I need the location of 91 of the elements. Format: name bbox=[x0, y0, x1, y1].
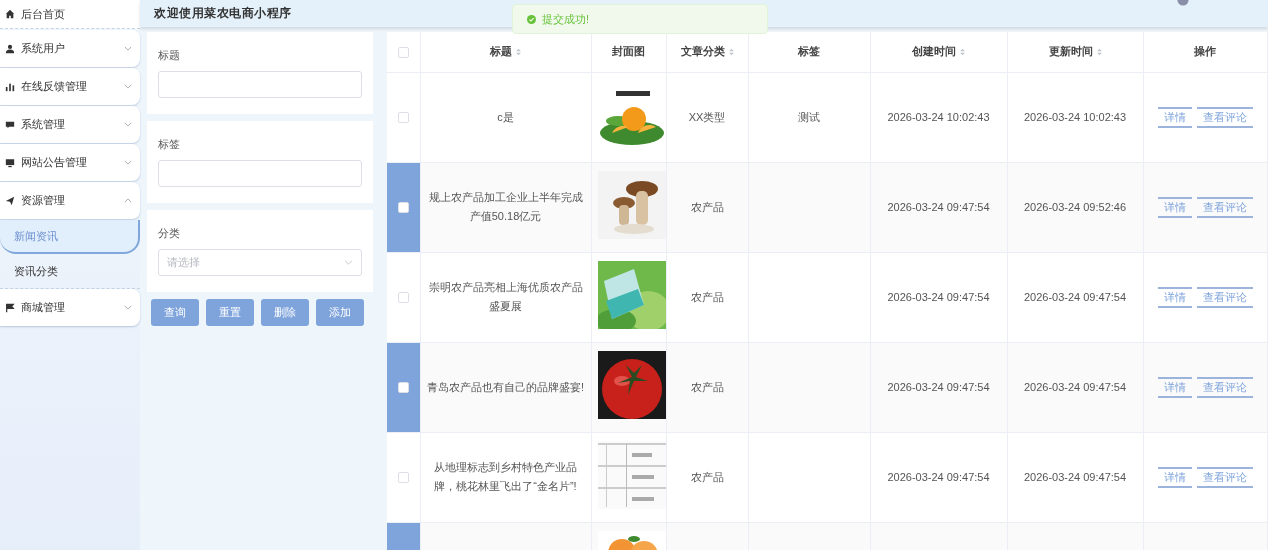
date-text: 2026-03-24 09:47:54 bbox=[1023, 380, 1127, 393]
column-header[interactable]: 文章分类 bbox=[680, 44, 734, 60]
link-button[interactable]: 查看评论 bbox=[1196, 376, 1253, 398]
field-label: 分类 bbox=[158, 226, 181, 241]
action-button[interactable]: 重置 bbox=[206, 299, 254, 326]
title-text: 崇明农产品亮相上海优质农产品盛夏展 bbox=[428, 281, 583, 312]
checkbox[interactable] bbox=[397, 47, 409, 59]
title-text: 青岛农产品也有自己的品牌盛宴! bbox=[426, 380, 585, 393]
link-button[interactable]: 详情 bbox=[1157, 286, 1192, 308]
column-header[interactable]: 标题 bbox=[490, 44, 521, 60]
bar-chart-icon bbox=[5, 81, 15, 92]
caret-up-icon bbox=[124, 198, 132, 203]
chat-icon bbox=[5, 119, 15, 130]
date-text: 2026-03-24 09:52:46 bbox=[1023, 200, 1127, 213]
tag-text: 测试 bbox=[798, 110, 820, 123]
caret-down-icon bbox=[124, 46, 132, 51]
action-button[interactable]: 删除 bbox=[261, 299, 309, 326]
link-button[interactable]: 详情 bbox=[1157, 196, 1192, 218]
sort-icon bbox=[516, 47, 521, 56]
date-text: 2026-03-24 09:47:54 bbox=[1023, 290, 1127, 303]
date-text: 2026-03-24 09:47:54 bbox=[887, 470, 990, 483]
monitor-icon bbox=[5, 157, 15, 168]
menu-label: 商城管理 bbox=[21, 300, 66, 315]
menu-item[interactable]: 系统管理 bbox=[0, 106, 140, 143]
caret-down-icon bbox=[124, 122, 132, 127]
column-header[interactable]: 操作 bbox=[1194, 44, 1217, 60]
action-button[interactable]: 查询 bbox=[151, 299, 199, 326]
date-text: 2026-03-24 09:47:54 bbox=[887, 380, 990, 393]
link-button[interactable]: 详情 bbox=[1157, 466, 1192, 488]
input-field[interactable] bbox=[158, 160, 362, 187]
caret-down-icon bbox=[124, 84, 132, 89]
date-text: 2026-03-24 09:47:54 bbox=[887, 290, 990, 303]
app-title: 欢迎使用菜农电商小程序 bbox=[154, 5, 292, 22]
link-button[interactable]: 查看评论 bbox=[1196, 196, 1253, 218]
date-text: 2026-03-24 10:02:43 bbox=[1023, 110, 1127, 123]
checkbox[interactable] bbox=[397, 382, 409, 394]
checkbox[interactable] bbox=[397, 472, 409, 484]
menu-label: 后台首页 bbox=[21, 6, 66, 22]
column-header[interactable]: 创建时间 bbox=[912, 44, 965, 60]
action-button[interactable]: 添加 bbox=[316, 299, 364, 326]
check-circle-icon bbox=[527, 14, 536, 24]
sort-icon bbox=[728, 47, 734, 56]
field-label: 标题 bbox=[158, 48, 181, 63]
menu-item[interactable]: 网站公告管理 bbox=[0, 144, 140, 181]
menu-item[interactable]: 后台首页 bbox=[0, 0, 140, 29]
select-field[interactable]: 请选择 bbox=[158, 249, 362, 276]
category-text: 农产品 bbox=[690, 380, 724, 393]
title-text: 规上农产品加工企业上半年完成产值50.18亿元 bbox=[428, 191, 583, 222]
toast-message: 提交成功! bbox=[542, 11, 590, 27]
date-text: 2026-03-24 10:02:43 bbox=[887, 110, 990, 123]
caret-down-icon bbox=[344, 260, 353, 265]
link-button[interactable]: 详情 bbox=[1157, 376, 1192, 398]
field-label: 标签 bbox=[158, 137, 181, 152]
date-text: 2026-03-24 09:47:54 bbox=[1023, 470, 1127, 483]
caret-down-icon bbox=[124, 160, 132, 165]
input-field[interactable] bbox=[158, 71, 362, 98]
sort-icon bbox=[960, 47, 965, 56]
checkbox[interactable] bbox=[397, 202, 409, 214]
checkbox[interactable] bbox=[397, 112, 409, 124]
menu-label: 网站公告管理 bbox=[21, 155, 88, 170]
menu-label: 系统管理 bbox=[21, 117, 66, 132]
checkbox[interactable] bbox=[397, 292, 409, 304]
paper-plane-icon bbox=[5, 195, 15, 206]
link-button[interactable]: 查看评论 bbox=[1196, 286, 1253, 308]
link-button[interactable]: 查看评论 bbox=[1196, 106, 1253, 128]
title-text: c是 bbox=[497, 110, 514, 123]
menu-item[interactable]: 商城管理 bbox=[0, 289, 140, 326]
category-text: 农产品 bbox=[690, 290, 724, 303]
category-text: 农产品 bbox=[690, 470, 724, 483]
menu-item[interactable]: 资源管理 bbox=[0, 182, 140, 219]
user-icon bbox=[5, 43, 15, 54]
menu-label: 在线反馈管理 bbox=[21, 79, 88, 94]
sort-icon bbox=[1096, 47, 1102, 56]
flag-icon bbox=[5, 302, 15, 313]
caret-down-icon bbox=[124, 305, 132, 310]
column-header[interactable]: 更新时间 bbox=[1048, 44, 1102, 60]
submenu-item[interactable]: 新闻资讯 bbox=[0, 220, 140, 254]
menu-item[interactable]: 系统用户 bbox=[0, 30, 140, 67]
link-button[interactable]: 详情 bbox=[1157, 106, 1192, 128]
link-button[interactable]: 查看评论 bbox=[1196, 466, 1253, 488]
date-text: 2026-03-24 09:47:54 bbox=[887, 200, 990, 213]
column-header[interactable]: 封面图 bbox=[612, 44, 645, 60]
column-header[interactable]: 标签 bbox=[798, 44, 820, 60]
menu-item[interactable]: 在线反馈管理 bbox=[0, 68, 140, 105]
menu-label: 资源管理 bbox=[21, 193, 66, 208]
menu-label: 系统用户 bbox=[21, 41, 66, 56]
title-text: 从地理标志到乡村特色产业品牌，桃花林里飞出了“金名片”! bbox=[434, 461, 577, 492]
placeholder-text: 请选择 bbox=[167, 255, 200, 270]
home-icon bbox=[5, 9, 15, 19]
category-text: XX类型 bbox=[688, 110, 726, 123]
category-text: 农产品 bbox=[690, 200, 724, 213]
